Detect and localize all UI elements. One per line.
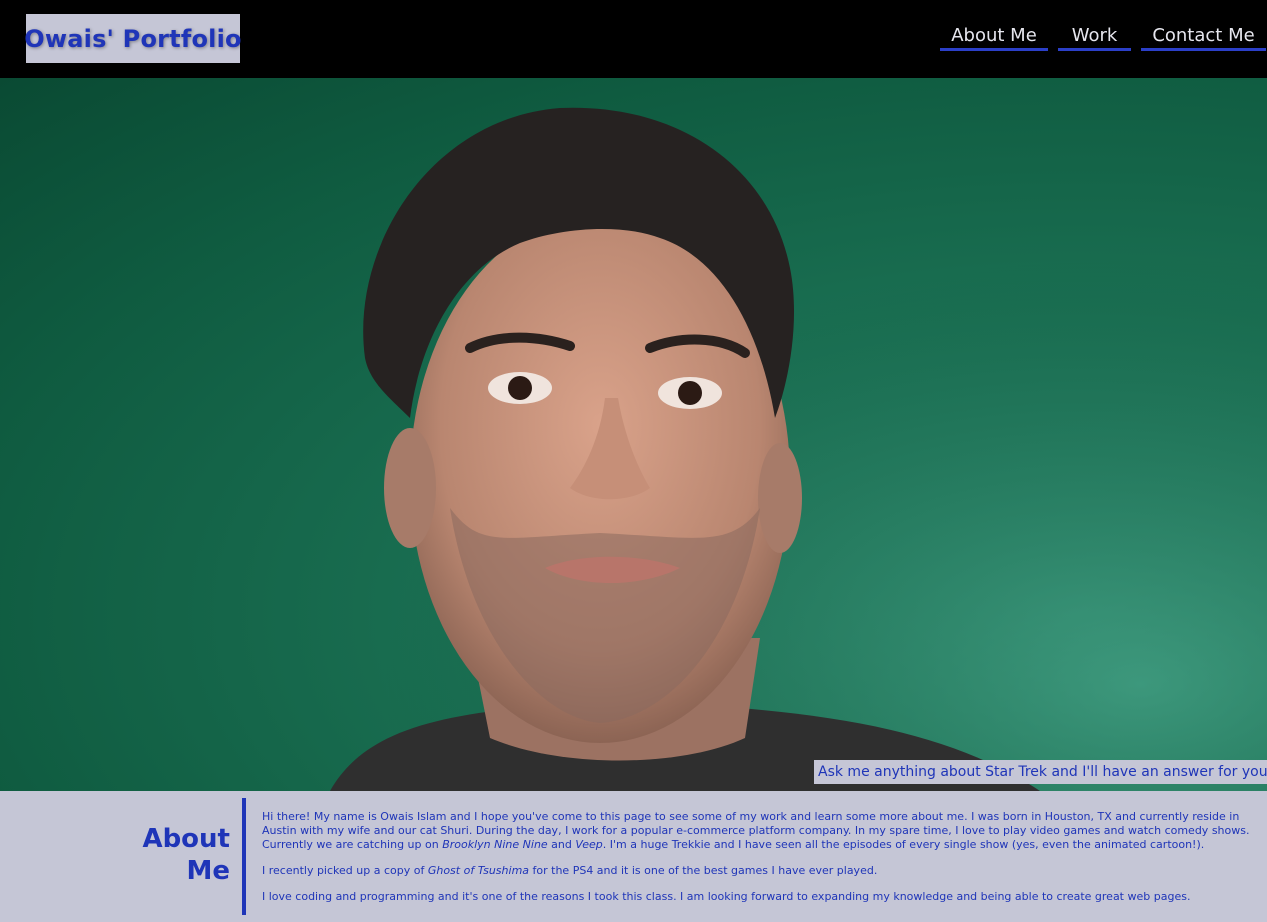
- about-body: Hi there! My name is Owais Islam and I h…: [262, 810, 1252, 916]
- show-title: Brooklyn Nine Nine: [442, 838, 548, 851]
- site-header: Owais' Portfolio About Me Work Contact M…: [0, 0, 1267, 78]
- about-section: About Me Hi there! My name is Owais Isla…: [0, 791, 1267, 922]
- left-ear-shape: [384, 428, 436, 548]
- about-paragraph-3: I love coding and programming and it's o…: [262, 890, 1191, 903]
- portrait-photo: [0, 78, 1267, 791]
- section-divider: [242, 798, 246, 915]
- about-paragraph-1: Hi there! My name is Owais Islam and I h…: [262, 810, 1250, 851]
- nav-link-work[interactable]: Work: [1058, 24, 1131, 51]
- nav-link-contact-me[interactable]: Contact Me: [1141, 24, 1266, 51]
- hero-section: Ask me anything about Star Trek and I'll…: [0, 78, 1267, 791]
- left-pupil-shape: [508, 376, 532, 400]
- nav-link-about-me[interactable]: About Me: [940, 24, 1048, 51]
- about-heading: About Me: [142, 824, 230, 886]
- show-title: Veep: [575, 838, 603, 851]
- right-ear-shape: [758, 443, 802, 553]
- hero-caption: Ask me anything about Star Trek and I'll…: [814, 760, 1267, 784]
- about-paragraph-2: I recently picked up a copy of Ghost of …: [262, 864, 878, 877]
- right-pupil-shape: [678, 381, 702, 405]
- game-title: Ghost of Tsushima: [427, 864, 530, 877]
- main-nav: About Me Work Contact Me: [0, 0, 1267, 78]
